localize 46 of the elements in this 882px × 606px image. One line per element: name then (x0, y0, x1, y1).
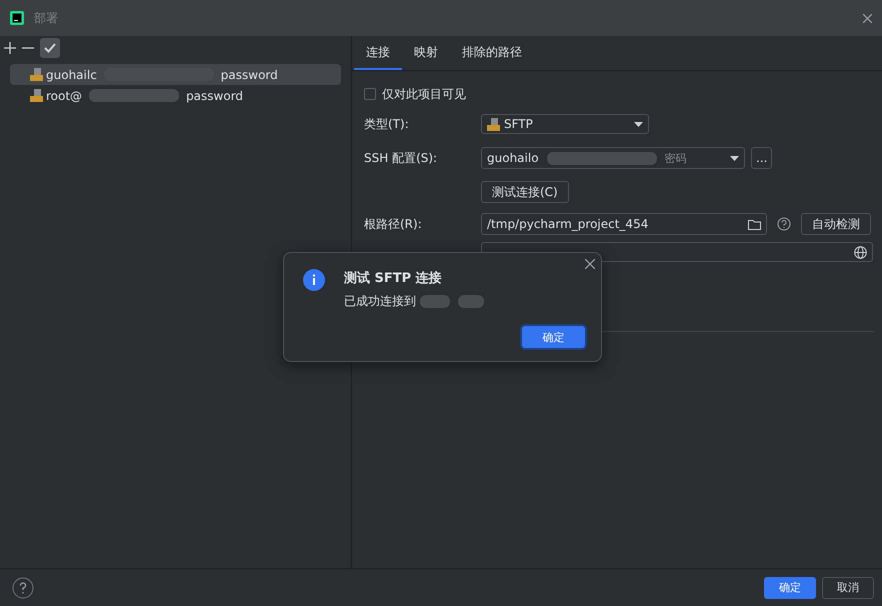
browse-button[interactable]: ... (751, 147, 772, 169)
check-icon (44, 43, 56, 53)
sftp-icon (30, 68, 43, 81)
add-icon[interactable] (4, 42, 16, 54)
type-dropdown[interactable]: SFTP (481, 114, 649, 134)
redaction-blur (458, 295, 484, 308)
tab[interactable]: 排除的路径 (450, 36, 534, 70)
auto-detect-button[interactable]: 自动检测 (801, 213, 871, 235)
root-path-field[interactable]: /tmp/pycharm_project_454 (481, 213, 767, 235)
info-icon (303, 269, 325, 291)
field-label: 类型(T): (364, 116, 410, 132)
server-auth: password (220, 68, 278, 82)
auth-type: 密码 (664, 150, 687, 166)
globe-icon (854, 246, 867, 258)
dialog-title: 测试 SFTP 连接 (344, 270, 443, 287)
field-label: SSH 配置(S): (364, 150, 438, 166)
tab[interactable]: 映射 (402, 36, 450, 70)
close-icon[interactable] (863, 14, 872, 22)
dropdown-arrow-icon (730, 156, 739, 160)
server-name: root@ (46, 88, 82, 102)
test-connection-button[interactable]: 测试连接(C) (481, 181, 569, 203)
checkbox-label: 仅对此项目可见 (382, 86, 466, 102)
checkbox[interactable] (364, 88, 376, 100)
ssh-config-value: guohailo (487, 151, 539, 165)
tab[interactable]: 连接 (354, 36, 402, 70)
field-label: 根路径(R): (364, 216, 423, 232)
server-item[interactable]: root@ password (10, 85, 341, 106)
cancel-button[interactable]: 取消 (822, 576, 874, 598)
ok-button[interactable]: 确定 (522, 326, 585, 348)
server-item[interactable]: guohailc password (10, 64, 341, 85)
help-icon[interactable] (12, 576, 34, 598)
server-auth: password (186, 88, 244, 102)
close-icon[interactable] (585, 259, 595, 269)
window-title: 部署 (34, 10, 58, 26)
folder-icon[interactable] (748, 218, 761, 230)
app-logo-icon (10, 11, 24, 25)
apply-button[interactable] (40, 38, 60, 58)
dropdown-arrow-icon (634, 122, 643, 126)
ok-button[interactable]: 确定 (764, 576, 816, 598)
help-icon[interactable] (777, 217, 791, 231)
dialog-message: 已成功连接到 (344, 293, 416, 310)
sftp-icon (487, 118, 500, 130)
server-name: guohailc (46, 68, 97, 82)
sftp-icon (30, 89, 43, 102)
ssh-config-dropdown[interactable]: guohailo 密码 (481, 147, 745, 169)
redaction-blur (420, 295, 450, 308)
